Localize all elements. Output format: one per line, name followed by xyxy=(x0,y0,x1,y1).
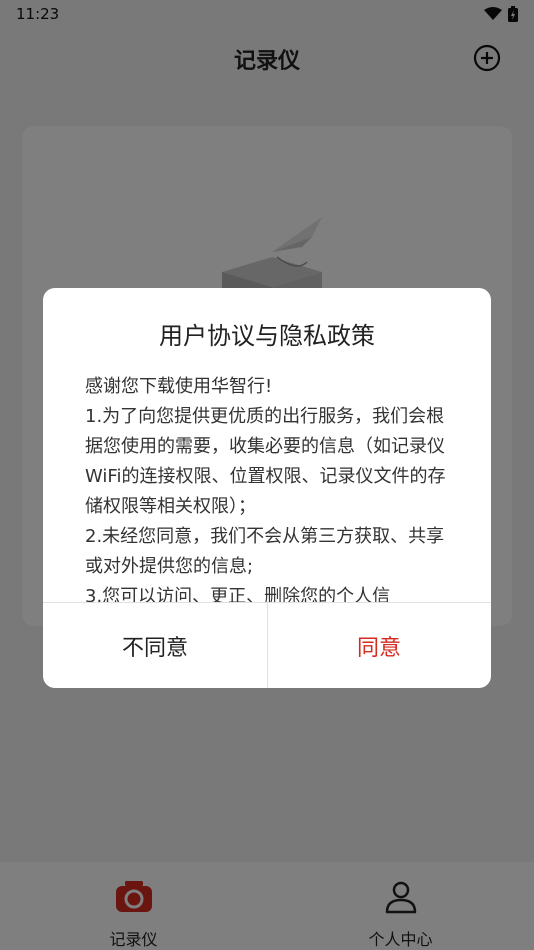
dialog-paragraph: 3.您可以访问、更正、删除您的个人信 xyxy=(85,586,391,602)
privacy-dialog: 用户协议与隐私政策 感谢您下载使用华智行! 1.为了向您提供更优质的出行服务，我… xyxy=(43,288,491,688)
disagree-button[interactable]: 不同意 xyxy=(43,603,267,688)
agree-button[interactable]: 同意 xyxy=(267,603,491,688)
dialog-body[interactable]: 感谢您下载使用华智行! 1.为了向您提供更优质的出行服务，我们会根据您使用的需要… xyxy=(85,372,459,602)
dialog-paragraph: 感谢您下载使用华智行! xyxy=(85,376,273,397)
dialog-paragraph: 2.未经您同意，我们不会从第三方获取、共享或对外提供您的信息; xyxy=(85,526,445,577)
dialog-title: 用户协议与隐私政策 xyxy=(159,322,375,350)
dialog-paragraph: 1.为了向您提供更优质的出行服务，我们会根据您使用的需要，收集必要的信息（如记录… xyxy=(85,406,446,517)
